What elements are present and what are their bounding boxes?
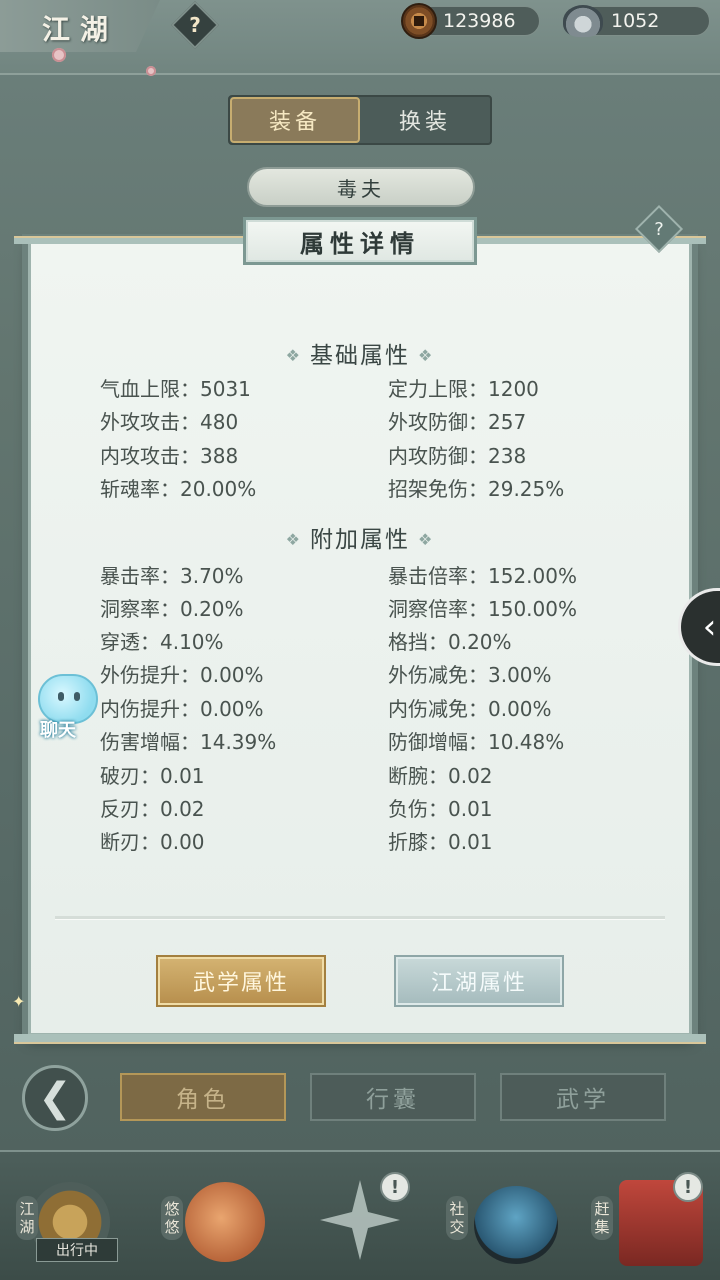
diamond-ornament-icon: ❖ (418, 530, 435, 549)
dock-jianghu-label: 江湖 (16, 1196, 38, 1240)
stat-internal-damage-boost: 内伤提升：0.00% (100, 697, 264, 721)
basic-attributes-title: 基础属性 (310, 343, 410, 369)
tab-outfit[interactable]: 换装 (360, 97, 490, 143)
blossom-decoration (52, 48, 66, 62)
stat-external-damage-boost: 外伤提升：0.00% (100, 663, 264, 687)
stat-internal-damage-reduction: 内伤减免：0.00% (388, 697, 552, 721)
stat-internal-defense: 内攻防御：238 (388, 444, 527, 468)
stat-counter-blade: 反刃：0.02 (100, 797, 205, 821)
chat-label[interactable]: 聊天 (40, 716, 76, 742)
stat-external-defense: 外攻防御：257 (388, 410, 527, 434)
chevron-left-icon: ‹ (702, 607, 717, 647)
wave-art-icon (474, 1186, 558, 1264)
stat-external-damage-reduction: 外伤减免：3.00% (388, 663, 552, 687)
page-title: 江湖 (42, 13, 119, 46)
equip-tabs: 装备 换装 (228, 95, 492, 145)
alert-badge: ! (673, 1172, 703, 1202)
extra-attributes-title: 附加属性 (310, 527, 410, 553)
panel-title: 属性详情 (243, 217, 477, 265)
silver-ingot-icon (563, 5, 603, 37)
nav-tab-inventory[interactable]: 行囊 (310, 1073, 476, 1121)
back-arrow-icon: ❮ (38, 1075, 72, 1121)
exclamation-icon: ! (683, 1176, 693, 1198)
martial-attributes-button[interactable]: 武学属性 (158, 957, 324, 1005)
stat-internal-attack: 内攻攻击：388 (100, 444, 239, 468)
stat-max-focus: 定力上限：1200 (388, 377, 539, 401)
stat-crit-multiplier: 暴击倍率：152.00% (388, 564, 577, 588)
silver-counter: 1052 (563, 5, 710, 37)
back-button[interactable]: ❮ (22, 1065, 88, 1131)
copper-coin-counter: 123986 (401, 3, 540, 39)
copper-coin-amount: 123986 (443, 10, 516, 32)
question-icon: ? (654, 218, 664, 240)
exclamation-icon: ! (390, 1176, 400, 1198)
stat-penetration: 穿透：4.10% (100, 630, 224, 654)
nav-tab-martial-arts[interactable]: 武学 (500, 1073, 666, 1121)
dock-social[interactable]: 社交 (440, 1162, 560, 1272)
stat-insight-rate: 洞察率：0.20% (100, 597, 244, 621)
dock-youyou[interactable]: 悠悠 (155, 1162, 275, 1272)
stat-break-wrist: 断腕：0.02 (388, 764, 493, 788)
chat-face-eye (74, 692, 80, 701)
stat-break-blade: 破刃：0.01 (100, 764, 205, 788)
stat-wound: 负伤：0.01 (388, 797, 493, 821)
chat-face-eye (58, 692, 64, 701)
dock-social-label: 社交 (446, 1196, 468, 1240)
stat-crit-rate: 暴击率：3.70% (100, 564, 244, 588)
character-name: 毒夫 (247, 167, 475, 207)
jianghu-attributes-button[interactable]: 江湖属性 (396, 957, 562, 1005)
stat-snap-blade: 断刃：0.00 (100, 830, 205, 854)
stat-soul-slash-rate: 斩魂率：20.00% (100, 477, 257, 501)
silver-amount: 1052 (611, 10, 660, 32)
stat-damage-amplify: 伤害增幅：14.39% (100, 730, 277, 754)
stat-parry-reduction: 招架免伤：29.25% (388, 477, 565, 501)
panel-divider (55, 916, 665, 920)
alert-badge: ! (380, 1172, 410, 1202)
stat-break-knee: 折膝：0.01 (388, 830, 493, 854)
dock-youyou-label: 悠悠 (161, 1196, 183, 1240)
stat-external-attack: 外攻攻击：480 (100, 410, 239, 434)
stat-max-hp: 气血上限：5031 (100, 377, 251, 401)
dock-market-label: 赶集 (591, 1196, 613, 1240)
swallow-art-icon (185, 1182, 265, 1262)
blossom-decoration (146, 66, 156, 76)
tab-equipment[interactable]: 装备 (230, 97, 360, 143)
extra-attributes-heading: ❖ 附加属性 ❖ (0, 520, 720, 554)
basic-attributes-heading: ❖ 基础属性 ❖ (0, 336, 720, 370)
butterfly-icon: ✦ (12, 992, 26, 1011)
diamond-ornament-icon: ❖ (418, 346, 435, 365)
copper-coin-icon (401, 3, 437, 39)
diamond-ornament-icon: ❖ (285, 346, 302, 365)
stat-defense-amplify: 防御增幅：10.48% (388, 730, 565, 754)
panel-bottom-rail (14, 1034, 706, 1044)
diamond-ornament-icon: ❖ (285, 530, 302, 549)
question-icon: ? (189, 13, 201, 37)
outgoing-status-badge: 出行中 (36, 1238, 118, 1262)
nav-tab-character[interactable]: 角色 (120, 1073, 286, 1121)
stat-block: 格挡：0.20% (388, 630, 512, 654)
stat-insight-multiplier: 洞察倍率：150.00% (388, 597, 577, 621)
